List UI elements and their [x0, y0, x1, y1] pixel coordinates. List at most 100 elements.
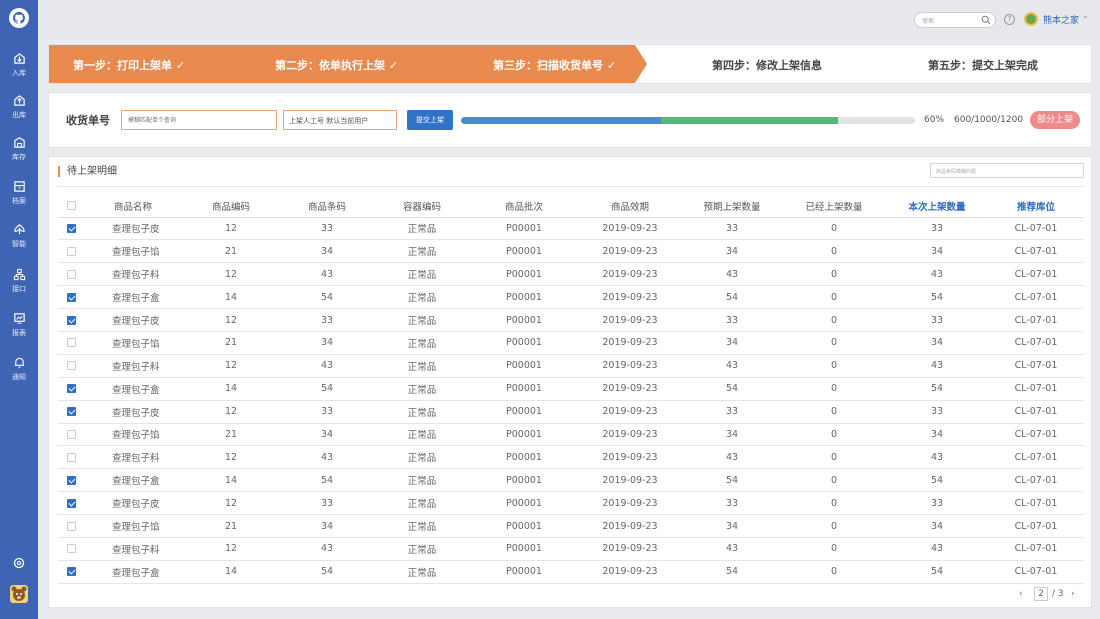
row-checkbox[interactable]	[66, 223, 76, 233]
table-cell: CL-07-01	[988, 468, 1084, 493]
table-cell: 54	[682, 560, 782, 584]
prev-page-icon[interactable]: ‹	[1019, 589, 1023, 599]
row-select-cell[interactable]	[58, 537, 84, 561]
table-row[interactable]: 查理包子料 12 43 正常品 P00001 2019-09-23 43 0 43 CL-07-0…	[58, 445, 1084, 470]
table-row[interactable]: 查理包子盒 14 54 正常品 P00001 2019-09-23 54 0 54 CL-07-0…	[58, 560, 1084, 584]
inventory-icon	[13, 137, 25, 148]
table-row[interactable]: 查理包子料 12 43 正常品 P00001 2019-09-23 43 0 43 CL-07-0…	[58, 537, 1084, 561]
select-all-header[interactable]	[58, 195, 84, 218]
table-cell: CL-07-01	[988, 377, 1084, 401]
row-checkbox[interactable]	[66, 338, 76, 348]
step-2[interactable]: 第二步：依单执行上架 ✓	[275, 57, 398, 73]
row-select-cell[interactable]	[58, 331, 84, 355]
step-4[interactable]: 第四步：修改上架信息	[712, 57, 822, 73]
select-all-checkbox[interactable]	[66, 201, 76, 211]
row-checkbox[interactable]	[66, 429, 76, 439]
table-row[interactable]: 查理包子馅 21 34 正常品 P00001 2019-09-23 34 0 34 CL-07-0…	[58, 331, 1084, 355]
sidebar-item-notify[interactable]: 通知	[0, 356, 38, 392]
bear-avatar-icon[interactable]	[10, 585, 28, 603]
row-select-cell[interactable]	[58, 491, 84, 516]
table-row[interactable]: 查理包子料 12 43 正常品 P00001 2019-09-23 43 0 43 CL-07-0…	[58, 354, 1084, 378]
sidebar-item-smart[interactable]: 智能	[0, 223, 38, 259]
row-select-cell[interactable]	[58, 239, 84, 264]
table-cell: 0	[782, 468, 886, 493]
row-checkbox[interactable]	[66, 361, 76, 371]
table-row[interactable]: 查理包子皮 12 33 正常品 P00001 2019-09-23 33 0 33 CL-07-0…	[58, 308, 1084, 332]
sidebar-item-interface[interactable]: 接口	[0, 268, 38, 304]
next-page-icon[interactable]: ›	[1071, 589, 1075, 599]
receive-order-input[interactable]	[121, 110, 277, 130]
submit-shelving-button[interactable]: 提交上架	[407, 110, 453, 130]
row-select-cell[interactable]	[58, 560, 84, 584]
barcode-search-input[interactable]: 商品条码模糊匹配	[930, 163, 1084, 178]
table-cell: 2019-09-23	[578, 239, 682, 264]
user-name[interactable]: 熊本之家	[1043, 13, 1079, 26]
table-row[interactable]: 查理包子盒 14 54 正常品 P00001 2019-09-23 54 0 54 CL-07-0…	[58, 377, 1084, 401]
step-3[interactable]: 第三步：扫描收货单号 ✓	[493, 57, 616, 73]
table-cell: 21	[182, 423, 280, 447]
row-checkbox[interactable]	[66, 498, 76, 508]
sidebar-item-report[interactable]: 报表	[0, 312, 38, 348]
table-row[interactable]: 查理包子盒 14 54 正常品 P00001 2019-09-23 54 0 54 CL-07-0…	[58, 468, 1084, 493]
table-row[interactable]: 查理包子皮 12 33 正常品 P00001 2019-09-23 33 0 33 CL-07-0…	[58, 217, 1084, 241]
table-body: 查理包子皮 12 33 正常品 P00001 2019-09-23 33 0 33 CL-07-0…	[58, 217, 1084, 584]
search-icon[interactable]	[981, 15, 991, 25]
help-icon[interactable]: ?	[1004, 14, 1015, 25]
table-row[interactable]: 查理包子皮 12 33 正常品 P00001 2019-09-23 33 0 33 CL-07-0…	[58, 400, 1084, 424]
table-cell: P00001	[470, 468, 578, 493]
progress-count: 600/1000/1200	[954, 115, 1024, 125]
table-row[interactable]: 查理包子料 12 43 正常品 P00001 2019-09-23 43 0 43 CL-07-0…	[58, 262, 1084, 287]
row-checkbox[interactable]	[66, 452, 76, 462]
sidebar-item-outbound[interactable]: 出库	[0, 94, 38, 130]
row-checkbox[interactable]	[66, 269, 76, 279]
chevron-down-icon[interactable]: ⌄	[1082, 11, 1089, 20]
user-avatar[interactable]	[1024, 12, 1038, 26]
table-row[interactable]: 查理包子馅 21 34 正常品 P00001 2019-09-23 34 0 34 CL-07-0…	[58, 239, 1084, 264]
table-row[interactable]: 查理包子皮 12 33 正常品 P00001 2019-09-23 33 0 33 CL-07-0…	[58, 491, 1084, 516]
column-header: 容器编码	[374, 195, 470, 218]
row-select-cell[interactable]	[58, 354, 84, 378]
detail-table: 商品名称 商品编码 商品条码 容器编码 商品批次 商品效期 预期上架数量 已经上架数量 本次上架…	[58, 195, 1084, 584]
row-checkbox[interactable]	[66, 292, 76, 302]
table-cell: 正常品	[374, 239, 470, 264]
sidebar-item-label: 入库	[12, 69, 26, 77]
global-search-input[interactable]: 搜索	[914, 12, 996, 28]
sidebar-item-inventory[interactable]: 库存	[0, 136, 38, 172]
progress-percent: 60%	[924, 115, 945, 125]
row-select-cell[interactable]	[58, 514, 84, 538]
table-row[interactable]: 查理包子盒 14 54 正常品 P00001 2019-09-23 54 0 54 CL-07-0…	[58, 285, 1084, 310]
row-select-cell[interactable]	[58, 217, 84, 241]
row-select-cell[interactable]	[58, 468, 84, 493]
table-row[interactable]: 查理包子馅 21 34 正常品 P00001 2019-09-23 34 0 34 CL-07-0…	[58, 423, 1084, 447]
table-cell: 正常品	[374, 217, 470, 241]
gear-icon[interactable]	[12, 556, 26, 570]
row-checkbox[interactable]	[66, 567, 76, 577]
operator-select[interactable]: 上架人工号 默认当前用户	[283, 110, 397, 130]
row-checkbox[interactable]	[66, 246, 76, 256]
row-checkbox[interactable]	[66, 384, 76, 394]
github-logo-icon[interactable]	[9, 8, 29, 28]
row-select-cell[interactable]	[58, 445, 84, 470]
row-select-cell[interactable]	[58, 285, 84, 310]
sidebar-item-inbound[interactable]: 入库	[0, 52, 38, 88]
current-page-input[interactable]: 2	[1034, 587, 1048, 601]
table-cell: 33	[886, 308, 988, 332]
sidebar-item-archive[interactable]: 档案	[0, 180, 38, 216]
row-select-cell[interactable]	[58, 308, 84, 332]
row-checkbox[interactable]	[66, 475, 76, 485]
row-select-cell[interactable]	[58, 262, 84, 287]
row-select-cell[interactable]	[58, 400, 84, 424]
step-5[interactable]: 第五步：提交上架完成	[928, 57, 1038, 73]
table-cell: 34	[886, 514, 988, 538]
row-checkbox[interactable]	[66, 544, 76, 554]
row-select-cell[interactable]	[58, 423, 84, 447]
smart-icon	[13, 224, 25, 235]
row-checkbox[interactable]	[66, 315, 76, 325]
table-row[interactable]: 查理包子馅 21 34 正常品 P00001 2019-09-23 34 0 34 CL-07-0…	[58, 514, 1084, 538]
row-checkbox[interactable]	[66, 521, 76, 531]
row-checkbox[interactable]	[66, 407, 76, 417]
row-select-cell[interactable]	[58, 377, 84, 401]
step-1[interactable]: 第一步：打印上架单 ✓	[73, 57, 185, 73]
table-cell: 12	[182, 217, 280, 241]
table-cell: 21	[182, 239, 280, 264]
